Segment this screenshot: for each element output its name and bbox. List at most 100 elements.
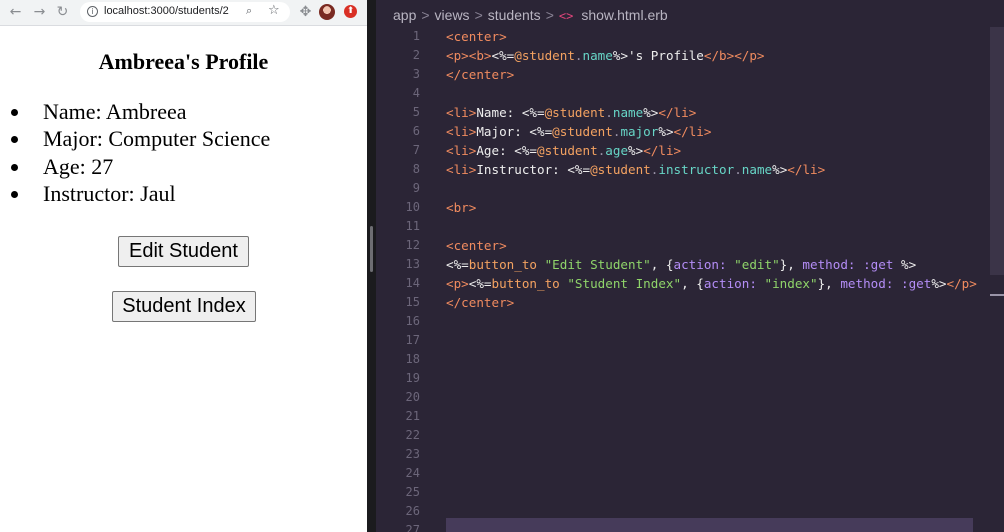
- code-token: :get: [901, 276, 932, 291]
- code-line[interactable]: <p><b><%=@student.name%>'s Profile</b></…: [446, 46, 765, 65]
- code-line[interactable]: </center>: [446, 65, 514, 84]
- browser-toolbar: ← → ↻ i localhost:3000/students/2 ⌕ ☆ ✥ …: [0, 0, 367, 26]
- address-url[interactable]: localhost:3000/students/2: [104, 5, 229, 17]
- line-number: 6: [412, 124, 420, 138]
- code-line[interactable]: <li>Major: <%=@student.major%></li>: [446, 122, 711, 141]
- code-token: },: [817, 276, 841, 291]
- code-token: <center>: [446, 29, 507, 44]
- forward-arrow-icon[interactable]: →: [31, 4, 48, 21]
- line-number: 26: [405, 504, 420, 518]
- site-info-icon[interactable]: i: [87, 6, 98, 17]
- code-token: Name:: [476, 105, 522, 120]
- code-token: major: [620, 124, 659, 139]
- back-arrow-icon[interactable]: ←: [7, 4, 24, 21]
- code-line[interactable]: <li>Instructor: <%=@student.instructor.n…: [446, 160, 825, 179]
- code-token: action:: [703, 276, 757, 291]
- line-number: 11: [405, 219, 420, 233]
- breadcrumb-item[interactable]: views: [435, 7, 470, 23]
- bullet-icon: [11, 136, 18, 144]
- list-item: Name: Ambreea: [0, 98, 270, 125]
- bookmark-star-icon[interactable]: ☆: [268, 3, 280, 18]
- code-token: "Student Index": [567, 276, 682, 291]
- line-number: 18: [405, 352, 420, 366]
- code-token: %>: [931, 276, 947, 291]
- address-bar[interactable]: i localhost:3000/students/2 ⌕ ☆: [80, 2, 290, 22]
- code-line[interactable]: <li>Name: <%=@student.name%></li>: [446, 103, 696, 122]
- minimap-scroll-slider[interactable]: [990, 27, 1004, 275]
- code-token: </center>: [446, 67, 515, 82]
- code-line[interactable]: <%=button_to "Edit Student", {action: "e…: [446, 255, 916, 274]
- code-token: instructor: [658, 162, 735, 177]
- list-item: Major: Computer Science: [0, 125, 270, 152]
- overview-ruler-marker: [990, 294, 1004, 296]
- breadcrumb-file[interactable]: show.html.erb: [581, 7, 667, 23]
- line-number: 12: [405, 238, 420, 252]
- update-alert-icon[interactable]: ⬆: [344, 5, 357, 18]
- reload-icon[interactable]: ↻: [54, 4, 71, 21]
- line-number: 1: [412, 29, 420, 43]
- code-token: </li>: [673, 124, 712, 139]
- line-number: 3: [412, 67, 420, 81]
- bullet-icon: [11, 163, 18, 171]
- line-number: 8: [412, 162, 420, 176]
- edit-student-button[interactable]: Edit Student: [118, 236, 249, 267]
- code-token: <li>: [446, 143, 477, 158]
- student-index-button[interactable]: Student Index: [112, 291, 256, 322]
- code-token: </li>: [787, 162, 826, 177]
- line-number: 13: [405, 257, 420, 271]
- line-number: 15: [405, 295, 420, 309]
- horizontal-scrollbar[interactable]: [446, 518, 973, 532]
- code-token: Age:: [476, 143, 515, 158]
- code-token: </b></p>: [703, 48, 765, 63]
- line-number: 17: [405, 333, 420, 347]
- code-line[interactable]: <p><%=button_to "Student Index", {action…: [446, 274, 977, 293]
- resize-handle[interactable]: [370, 226, 373, 272]
- code-token: @student: [514, 48, 575, 63]
- code-token: <%=: [468, 276, 492, 291]
- code-token: <li>: [446, 162, 477, 177]
- code-token: },: [779, 257, 803, 272]
- code-token: </center>: [446, 295, 515, 310]
- code-line[interactable]: </center>: [446, 293, 514, 312]
- student-details-list: Name: Ambreea Major: Computer Science Ag…: [0, 98, 270, 207]
- code-line[interactable]: <br>: [446, 198, 476, 217]
- code-token: %>: [612, 48, 629, 63]
- breadcrumb-item[interactable]: students: [488, 7, 541, 23]
- extensions-puzzle-icon[interactable]: ✥: [297, 4, 314, 21]
- code-line[interactable]: <center>: [446, 236, 507, 255]
- code-token: .: [734, 162, 742, 177]
- code-token: <%=: [529, 124, 553, 139]
- code-token: action:: [673, 257, 727, 272]
- code-token: %>: [628, 143, 644, 158]
- code-token: method:: [802, 257, 856, 272]
- detail-name: Name: Ambreea: [43, 99, 187, 124]
- detail-age: Age: 27: [43, 153, 114, 179]
- profile-avatar[interactable]: [319, 4, 335, 20]
- code-token: </li>: [643, 143, 682, 158]
- code-token: <%=: [491, 48, 515, 63]
- code-token: %>: [643, 105, 659, 120]
- code-token: @student: [590, 162, 651, 177]
- code-token: %>: [893, 257, 917, 272]
- line-number: 7: [412, 143, 420, 157]
- line-number: 5: [412, 105, 420, 119]
- code-token: <%=: [446, 257, 469, 272]
- list-item: Instructor: Jaul: [0, 180, 270, 207]
- code-token: name: [582, 48, 613, 63]
- code-token: <p><b>: [446, 48, 492, 63]
- line-number: 23: [405, 447, 420, 461]
- code-token: .: [605, 105, 613, 120]
- line-number: 25: [405, 485, 420, 499]
- code-token: :get: [863, 257, 894, 272]
- zoom-icon[interactable]: ⌕: [246, 4, 252, 18]
- breadcrumb-item[interactable]: app: [393, 7, 416, 23]
- code-token: name: [741, 162, 773, 177]
- line-number: 19: [405, 371, 420, 385]
- split-divider[interactable]: [367, 0, 376, 532]
- code-line[interactable]: <li>Age: <%=@student.age%></li>: [446, 141, 681, 160]
- code-line[interactable]: <center>: [446, 27, 507, 46]
